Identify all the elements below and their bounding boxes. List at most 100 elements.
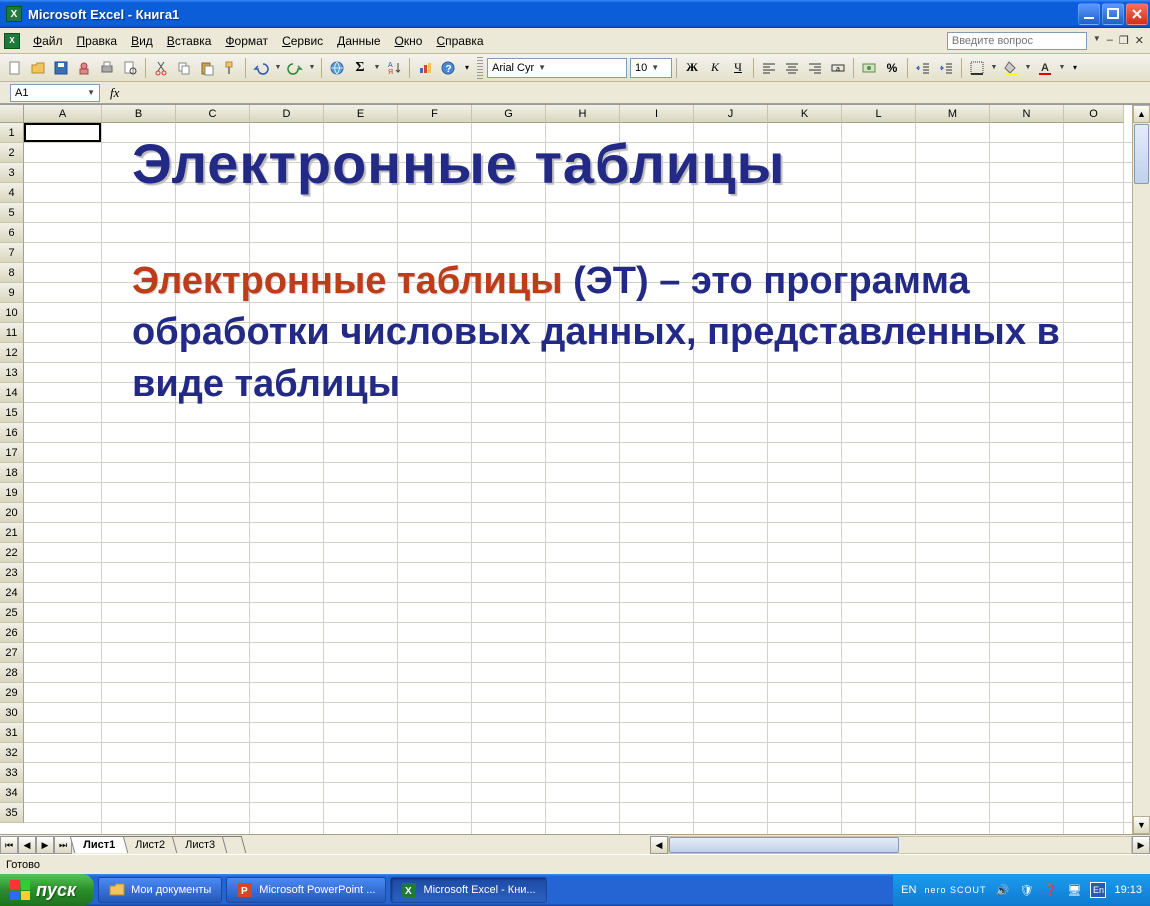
column-header[interactable]: H bbox=[546, 105, 620, 123]
name-box[interactable]: A1 ▼ bbox=[10, 84, 100, 102]
sheet-tab[interactable]: Лист3 bbox=[172, 836, 229, 853]
row-header[interactable]: 4 bbox=[0, 183, 24, 203]
font-name-combo[interactable]: Arial Cyr ▼ bbox=[487, 58, 627, 78]
align-left-button[interactable] bbox=[758, 57, 780, 79]
permissions-button[interactable] bbox=[73, 57, 95, 79]
column-header[interactable]: B bbox=[102, 105, 176, 123]
print-preview-button[interactable] bbox=[119, 57, 141, 79]
sheet-tab[interactable]: Лист1 bbox=[70, 836, 129, 853]
fx-label[interactable]: fx bbox=[110, 85, 119, 101]
vscroll-thumb[interactable] bbox=[1134, 124, 1149, 184]
tray-volume-icon[interactable]: 🔊 bbox=[994, 882, 1010, 898]
font-color-dropdown[interactable]: ▼ bbox=[1057, 57, 1067, 79]
column-header[interactable]: J bbox=[694, 105, 768, 123]
currency-button[interactable] bbox=[858, 57, 880, 79]
align-center-button[interactable] bbox=[781, 57, 803, 79]
row-header[interactable]: 28 bbox=[0, 663, 24, 683]
menu-вид[interactable]: Вид bbox=[124, 31, 160, 51]
menu-окно[interactable]: Окно bbox=[388, 31, 430, 51]
fill-color-button[interactable] bbox=[1000, 57, 1022, 79]
tab-next-button[interactable]: ▶ bbox=[36, 836, 54, 854]
chart-button[interactable] bbox=[414, 57, 436, 79]
scroll-down-button[interactable]: ▼ bbox=[1133, 816, 1150, 834]
tray-lang2-icon[interactable]: En bbox=[1090, 882, 1106, 898]
tray-info-icon[interactable]: ❓ bbox=[1042, 882, 1058, 898]
font-size-combo[interactable]: 10 ▼ bbox=[630, 58, 672, 78]
row-header[interactable]: 20 bbox=[0, 503, 24, 523]
open-button[interactable] bbox=[27, 57, 49, 79]
menu-формат[interactable]: Формат bbox=[218, 31, 275, 51]
row-header[interactable]: 8 bbox=[0, 263, 24, 283]
horizontal-scrollbar[interactable]: ◀ ▶ bbox=[650, 836, 1150, 854]
paste-button[interactable] bbox=[196, 57, 218, 79]
underline-button[interactable]: Ч bbox=[727, 57, 749, 79]
undo-button[interactable] bbox=[250, 57, 272, 79]
hscroll-thumb[interactable] bbox=[669, 837, 899, 853]
row-header[interactable]: 5 bbox=[0, 203, 24, 223]
column-header[interactable]: O bbox=[1064, 105, 1124, 123]
nero-scout-icon[interactable]: nero SCOUT bbox=[924, 885, 986, 895]
row-header[interactable]: 26 bbox=[0, 623, 24, 643]
row-header[interactable]: 27 bbox=[0, 643, 24, 663]
help-search-box[interactable] bbox=[947, 32, 1087, 50]
column-header[interactable]: C bbox=[176, 105, 250, 123]
row-header[interactable]: 22 bbox=[0, 543, 24, 563]
merge-center-button[interactable]: a bbox=[827, 57, 849, 79]
column-header[interactable]: E bbox=[324, 105, 398, 123]
row-header[interactable]: 33 bbox=[0, 763, 24, 783]
row-header[interactable]: 23 bbox=[0, 563, 24, 583]
language-indicator[interactable]: EN bbox=[901, 884, 916, 896]
help-search-input[interactable] bbox=[947, 32, 1087, 50]
taskbar-item[interactable]: XMicrosoft Excel - Кни... bbox=[390, 877, 546, 903]
decrease-indent-button[interactable] bbox=[912, 57, 934, 79]
row-header[interactable]: 24 bbox=[0, 583, 24, 603]
row-header[interactable]: 6 bbox=[0, 223, 24, 243]
row-header[interactable]: 30 bbox=[0, 703, 24, 723]
row-header[interactable]: 15 bbox=[0, 403, 24, 423]
increase-indent-button[interactable] bbox=[935, 57, 957, 79]
formula-input[interactable] bbox=[129, 84, 1150, 102]
scroll-right-button[interactable]: ▶ bbox=[1132, 836, 1150, 854]
scroll-left-button[interactable]: ◀ bbox=[650, 836, 668, 854]
row-header[interactable]: 2 bbox=[0, 143, 24, 163]
print-button[interactable] bbox=[96, 57, 118, 79]
align-right-button[interactable] bbox=[804, 57, 826, 79]
sheet-tab[interactable]: Лист2 bbox=[122, 836, 179, 853]
toolbar-grip[interactable] bbox=[477, 57, 483, 79]
column-header[interactable]: L bbox=[842, 105, 916, 123]
format-painter-button[interactable] bbox=[219, 57, 241, 79]
select-all-corner[interactable] bbox=[0, 105, 24, 123]
row-header[interactable]: 17 bbox=[0, 443, 24, 463]
row-header[interactable]: 19 bbox=[0, 483, 24, 503]
row-header[interactable]: 35 bbox=[0, 803, 24, 823]
cut-button[interactable] bbox=[150, 57, 172, 79]
autosum-dropdown[interactable]: ▼ bbox=[372, 57, 382, 79]
tray-display-icon[interactable]: 🖥 bbox=[1066, 882, 1082, 898]
column-header[interactable]: A bbox=[24, 105, 102, 123]
row-header[interactable]: 14 bbox=[0, 383, 24, 403]
taskbar-item[interactable]: Мои документы bbox=[98, 877, 222, 903]
row-header[interactable]: 21 bbox=[0, 523, 24, 543]
tray-clock[interactable]: 19:13 bbox=[1114, 884, 1142, 896]
column-header[interactable]: I bbox=[620, 105, 694, 123]
row-header[interactable]: 34 bbox=[0, 783, 24, 803]
row-header[interactable]: 11 bbox=[0, 323, 24, 343]
menu-сервис[interactable]: Сервис bbox=[275, 31, 330, 51]
column-header[interactable]: G bbox=[472, 105, 546, 123]
font-color-button[interactable]: A bbox=[1034, 57, 1056, 79]
column-header[interactable]: N bbox=[990, 105, 1064, 123]
column-header[interactable]: M bbox=[916, 105, 990, 123]
autosum-button[interactable]: Σ bbox=[349, 57, 371, 79]
borders-dropdown[interactable]: ▼ bbox=[989, 57, 999, 79]
doc-restore-button[interactable]: ❐ bbox=[1119, 34, 1129, 47]
save-button[interactable] bbox=[50, 57, 72, 79]
window-minimize-button[interactable] bbox=[1078, 3, 1100, 25]
redo-dropdown[interactable]: ▼ bbox=[307, 57, 317, 79]
scroll-up-button[interactable]: ▲ bbox=[1133, 105, 1150, 123]
redo-button[interactable] bbox=[284, 57, 306, 79]
row-header[interactable]: 32 bbox=[0, 743, 24, 763]
start-button[interactable]: пуск bbox=[0, 874, 94, 906]
percent-button[interactable]: % bbox=[881, 57, 903, 79]
row-header[interactable]: 1 bbox=[0, 123, 24, 143]
row-header[interactable]: 13 bbox=[0, 363, 24, 383]
